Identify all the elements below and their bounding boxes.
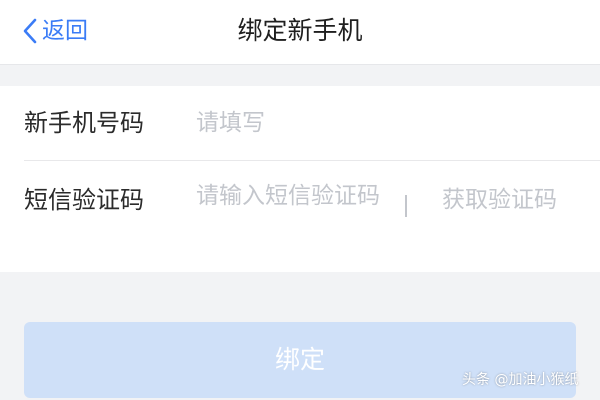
watermark: 头条 @加油小猴纸	[462, 372, 579, 388]
phone-input[interactable]	[196, 106, 576, 140]
bind-phone-form: 新手机号码 短信验证码 获取验证码	[0, 86, 600, 272]
sms-code-label: 短信验证码	[24, 186, 144, 214]
sms-code-row: 短信验证码 获取验证码	[0, 161, 600, 272]
phone-row: 新手机号码	[0, 86, 600, 160]
field-separator	[405, 195, 407, 217]
nav-bar: 返回 绑定新手机	[0, 0, 600, 65]
get-code-button[interactable]: 获取验证码	[442, 183, 557, 217]
phone-label: 新手机号码	[24, 109, 144, 137]
page-title: 绑定新手机	[237, 16, 363, 45]
sms-code-input[interactable]	[196, 177, 392, 257]
